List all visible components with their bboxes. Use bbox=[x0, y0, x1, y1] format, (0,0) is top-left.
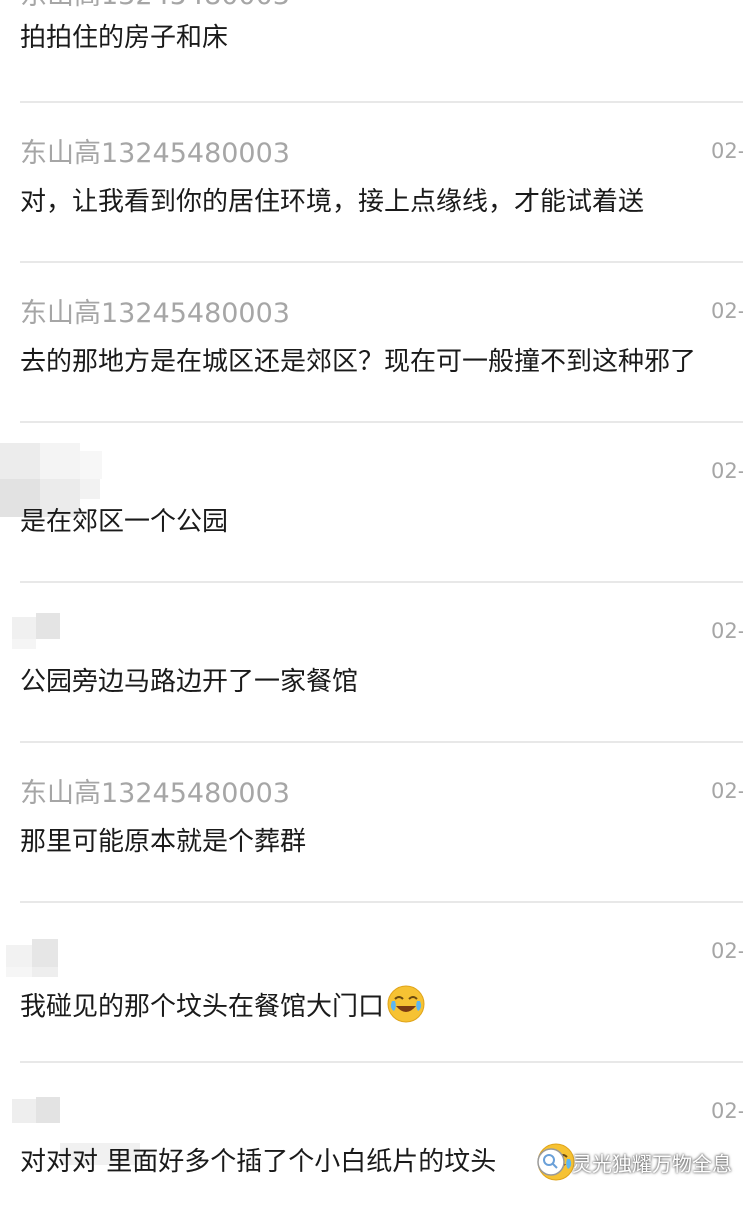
comment-time: 02- bbox=[711, 619, 743, 643]
comment-item: 02- 公园旁边马路边开了一家餐馆 bbox=[0, 583, 743, 743]
comment-text-content: 对对对 里面好多个插了个小白纸片的坟头 bbox=[20, 1147, 497, 1177]
blurred-author-mosaic bbox=[0, 1083, 140, 1165]
comment-text: 对，让我看到你的居住环境，接上点缘线，才能试着送 bbox=[20, 187, 645, 217]
comment-item: 02- 是在郊区一个公园 bbox=[0, 423, 743, 583]
comment-item: 东山高13245480003 02- 那里可能原本就是个葬群 bbox=[0, 743, 743, 903]
comment-text: 是在郊区一个公园 bbox=[20, 507, 229, 537]
watermark: 灵光独耀万物全息 bbox=[536, 1138, 732, 1186]
blurred-author-mosaic bbox=[0, 603, 120, 663]
laugh-cry-emoji-icon bbox=[387, 985, 425, 1023]
comment-item: 东山高13245480003 02- 去的那地方是在城区还是郊区？现在可一般撞不… bbox=[0, 263, 743, 423]
comment-author[interactable]: 东山高13245480003 bbox=[20, 0, 290, 14]
comment-text: 公园旁边马路边开了一家餐馆 bbox=[20, 667, 359, 697]
comment-author[interactable]: 东山高13245480003 bbox=[20, 776, 290, 812]
comment-time: 02- bbox=[711, 139, 743, 163]
comment-text: 拍拍住的房子和床 bbox=[20, 23, 229, 53]
comment-text: 我碰见的那个坟头在餐馆大门口 bbox=[20, 984, 426, 1025]
comment-text: 对对对 里面好多个插了个小白纸片的坟头 bbox=[20, 1144, 496, 1180]
comment-time: 02- bbox=[711, 459, 743, 483]
comment-author[interactable]: 东山高13245480003 bbox=[20, 136, 290, 172]
comment-author[interactable]: 东山高13245480003 bbox=[20, 296, 290, 332]
comment-item: 东山高13245480003 02- 对，让我看到你的居住环境，接上点缘线，才能… bbox=[0, 103, 743, 263]
comment-time: 02- bbox=[711, 299, 743, 323]
blurred-author-mosaic bbox=[0, 443, 120, 517]
comment-time: 02- bbox=[711, 779, 743, 803]
comment-time: 02- bbox=[711, 939, 743, 963]
comment-item: 02- 我碰见的那个坟头在餐馆大门口 bbox=[0, 903, 743, 1063]
comment-time: 02- bbox=[711, 1099, 743, 1123]
comment-text-content: 我碰见的那个坟头在餐馆大门口 bbox=[20, 992, 385, 1022]
blurred-author-mosaic bbox=[0, 923, 120, 983]
comment-text: 那里可能原本就是个葬群 bbox=[20, 827, 307, 857]
wechat-search-icon bbox=[537, 1148, 565, 1176]
comment-text: 去的那地方是在城区还是郊区？现在可一般撞不到这种邪了 bbox=[20, 347, 697, 377]
watermark-text: 灵光独耀万物全息 bbox=[572, 1151, 732, 1176]
comment-list: 东山高13245480003 拍拍住的房子和床 东山高13245480003 0… bbox=[0, 0, 743, 1195]
